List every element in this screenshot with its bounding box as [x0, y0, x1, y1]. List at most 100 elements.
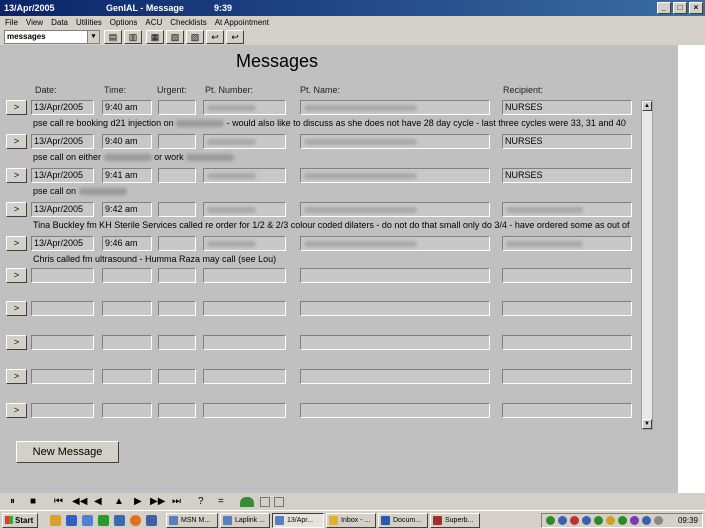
- recipient-field[interactable]: NURSES: [502, 100, 632, 115]
- urgent-field[interactable]: [158, 335, 196, 350]
- time-field[interactable]: [102, 301, 152, 316]
- vertical-scrollbar[interactable]: ▲ ▼: [641, 100, 653, 430]
- date-field[interactable]: [31, 335, 94, 350]
- maximize-button[interactable]: □: [673, 2, 687, 14]
- pt-name-field[interactable]: [300, 100, 490, 115]
- menu-options[interactable]: Options: [110, 18, 138, 27]
- recipient-field[interactable]: [502, 403, 632, 418]
- pt-number-field[interactable]: [203, 335, 286, 350]
- recipient-field[interactable]: [502, 335, 632, 350]
- menu-utilities[interactable]: Utilities: [76, 18, 102, 27]
- date-field[interactable]: 13/Apr/2005: [31, 168, 94, 183]
- pt-name-field[interactable]: [300, 168, 490, 183]
- new-message-button[interactable]: New Message: [16, 441, 119, 463]
- urgent-field[interactable]: [158, 369, 196, 384]
- row-open-button[interactable]: >: [6, 301, 27, 316]
- menu-data[interactable]: Data: [51, 18, 68, 27]
- sort-icon[interactable]: [260, 497, 270, 507]
- recipient-field[interactable]: NURSES: [502, 168, 632, 183]
- form-select[interactable]: messages ▾: [4, 30, 100, 44]
- menu-acu[interactable]: ACU: [145, 18, 162, 27]
- previous-record-icon[interactable]: ◀: [94, 496, 102, 507]
- row-open-button[interactable]: >: [6, 168, 27, 183]
- quicklaunch-icon[interactable]: [66, 515, 77, 526]
- time-field[interactable]: [102, 403, 152, 418]
- pt-number-field[interactable]: [203, 168, 286, 183]
- recipient-field[interactable]: [502, 202, 632, 217]
- task-laplink[interactable]: Laplink ...: [220, 513, 270, 528]
- quicklaunch-icon[interactable]: [50, 515, 61, 526]
- help-icon[interactable]: ?: [198, 496, 204, 507]
- task-superb[interactable]: Superb...: [430, 513, 480, 528]
- time-field[interactable]: 9:40 am: [102, 100, 152, 115]
- recipient-field[interactable]: [502, 369, 632, 384]
- minimize-button[interactable]: _: [657, 2, 671, 14]
- date-field[interactable]: [31, 369, 94, 384]
- browser-icon[interactable]: [130, 515, 141, 526]
- date-field[interactable]: 13/Apr/2005: [31, 202, 94, 217]
- row-open-button[interactable]: >: [6, 335, 27, 350]
- date-field[interactable]: 13/Apr/2005: [31, 100, 94, 115]
- task-inbox[interactable]: Inbox - ...: [326, 513, 376, 528]
- pt-name-field[interactable]: [300, 369, 490, 384]
- row-open-button[interactable]: >: [6, 403, 27, 418]
- quicklaunch-icon[interactable]: [146, 515, 157, 526]
- toolbar-button-6[interactable]: ↩: [206, 30, 224, 44]
- task-msn[interactable]: MSN M...: [166, 513, 218, 528]
- chevron-down-icon[interactable]: ▾: [87, 31, 99, 43]
- date-field[interactable]: [31, 301, 94, 316]
- urgent-field[interactable]: [158, 268, 196, 283]
- quicklaunch-icon[interactable]: [82, 515, 93, 526]
- pt-name-field[interactable]: [300, 301, 490, 316]
- pt-number-field[interactable]: [203, 369, 286, 384]
- toolbar-button-3[interactable]: ▦: [146, 30, 164, 44]
- clock[interactable]: 09:39: [678, 516, 698, 525]
- toolbar-button-2[interactable]: ▥: [124, 30, 142, 44]
- urgent-field[interactable]: [158, 202, 196, 217]
- recipient-field[interactable]: NURSES: [502, 134, 632, 149]
- recipient-field[interactable]: [502, 268, 632, 283]
- pt-number-field[interactable]: [203, 268, 286, 283]
- urgent-field[interactable]: [158, 100, 196, 115]
- tray-icon[interactable]: [606, 516, 615, 525]
- time-field[interactable]: 9:42 am: [102, 202, 152, 217]
- date-field[interactable]: 13/Apr/2005: [31, 236, 94, 251]
- last-record-icon[interactable]: ⏭: [172, 496, 181, 507]
- tray-icon[interactable]: [558, 516, 567, 525]
- pause-icon[interactable]: ⏸: [10, 496, 15, 507]
- quicklaunch-icon[interactable]: [98, 515, 109, 526]
- tray-icon[interactable]: [570, 516, 579, 525]
- pt-number-field[interactable]: [203, 134, 286, 149]
- stop-icon[interactable]: ■: [30, 496, 36, 507]
- row-open-button[interactable]: >: [6, 202, 27, 217]
- time-field[interactable]: [102, 369, 152, 384]
- toolbar-button-4[interactable]: ▧: [166, 30, 184, 44]
- row-open-button[interactable]: >: [6, 100, 27, 115]
- toolbar-button-5[interactable]: ▨: [186, 30, 204, 44]
- pt-number-field[interactable]: [203, 100, 286, 115]
- urgent-field[interactable]: [158, 403, 196, 418]
- fast-forward-icon[interactable]: ▶▶: [150, 496, 165, 507]
- close-button[interactable]: ×: [689, 2, 703, 14]
- row-open-button[interactable]: >: [6, 369, 27, 384]
- menu-file[interactable]: File: [5, 18, 18, 27]
- recipient-field[interactable]: [502, 301, 632, 316]
- date-field[interactable]: [31, 403, 94, 418]
- up-icon[interactable]: ▲: [114, 496, 124, 507]
- pt-number-field[interactable]: [203, 301, 286, 316]
- pt-name-field[interactable]: [300, 134, 490, 149]
- pt-name-field[interactable]: [300, 236, 490, 251]
- pt-name-field[interactable]: [300, 403, 490, 418]
- pt-number-field[interactable]: [203, 202, 286, 217]
- sort-descending-icon[interactable]: [274, 497, 284, 507]
- time-field[interactable]: 9:40 am: [102, 134, 152, 149]
- quicklaunch-icon[interactable]: [114, 515, 125, 526]
- date-field[interactable]: 13/Apr/2005: [31, 134, 94, 149]
- pt-name-field[interactable]: [300, 268, 490, 283]
- next-record-icon[interactable]: ▶: [134, 496, 142, 507]
- toolbar-button-1[interactable]: ▤: [104, 30, 122, 44]
- date-field[interactable]: [31, 268, 94, 283]
- row-open-button[interactable]: >: [6, 236, 27, 251]
- recipient-field[interactable]: [502, 236, 632, 251]
- menu-at-appointment[interactable]: At Appointment: [215, 18, 269, 27]
